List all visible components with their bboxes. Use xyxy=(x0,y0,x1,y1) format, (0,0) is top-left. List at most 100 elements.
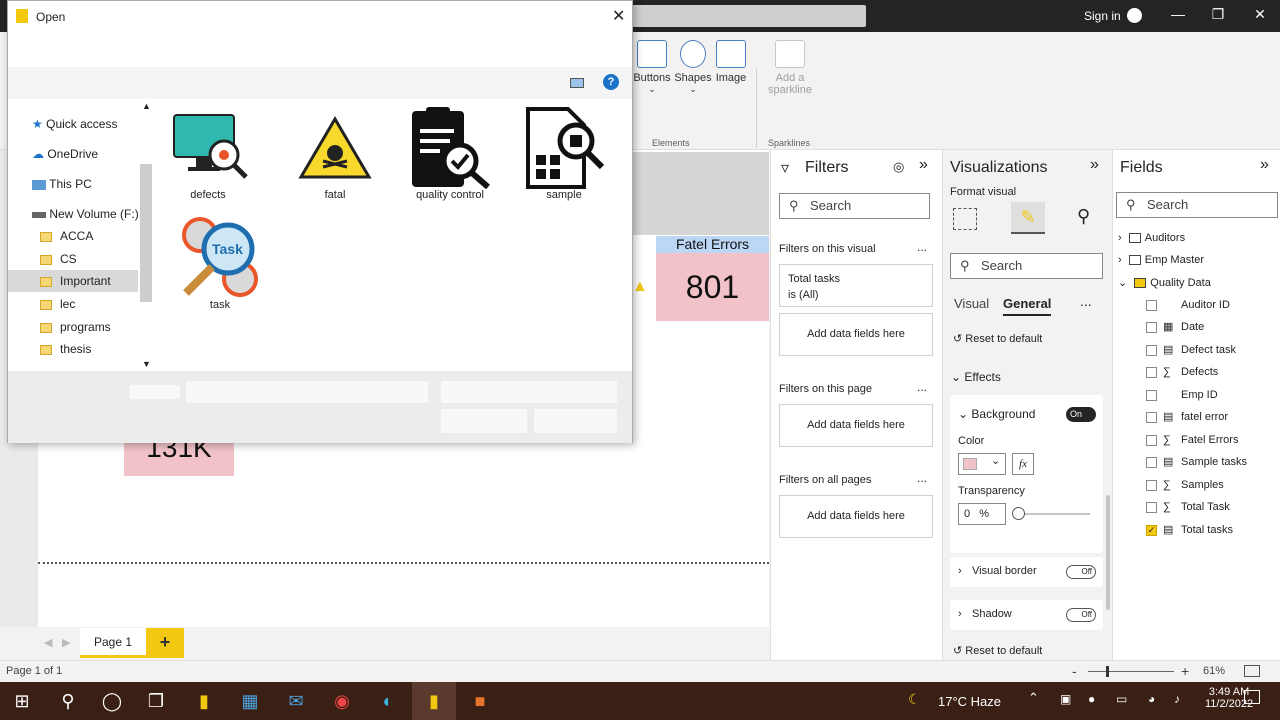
filename-input[interactable] xyxy=(186,381,428,403)
grey-visual[interactable] xyxy=(632,152,769,235)
chrome-icon[interactable]: ◉ xyxy=(320,682,364,720)
nav-folder[interactable]: lec xyxy=(40,293,75,315)
cortana-icon[interactable]: ◯ xyxy=(90,682,134,720)
transparency-slider[interactable] xyxy=(1016,513,1090,515)
field-item[interactable]: ▦ Date xyxy=(1146,317,1204,337)
total-tasks-filter-card[interactable]: Total tasks is (All) xyxy=(779,264,933,307)
nav-folder[interactable]: ACCA xyxy=(40,225,93,247)
build-visual-icon[interactable] xyxy=(953,208,977,230)
file-quality-control[interactable]: quality control xyxy=(408,105,505,201)
transparency-input[interactable]: 0 % xyxy=(958,503,1006,525)
field-checkbox[interactable] xyxy=(1146,411,1157,423)
filetype-select[interactable] xyxy=(441,381,617,403)
fx-button[interactable]: fx xyxy=(1012,453,1034,475)
field-item[interactable]: ∑ Defects xyxy=(1146,362,1218,382)
collapse-filters-icon[interactable]: » xyxy=(919,156,928,174)
field-checkbox[interactable] xyxy=(1146,366,1157,378)
dialog-close-button[interactable]: ✕ xyxy=(612,6,625,26)
effects-section[interactable]: ⌄ Effects xyxy=(951,370,1001,384)
field-checkbox[interactable] xyxy=(1146,479,1157,491)
reset-default-link[interactable]: ↺ Reset to default xyxy=(953,332,1042,345)
buttons-button[interactable]: Buttons ⌄ xyxy=(629,40,675,95)
microphone-icon[interactable]: ● xyxy=(1088,692,1095,706)
zoom-slider[interactable] xyxy=(1088,671,1174,672)
next-page-icon[interactable]: ▶ xyxy=(62,636,70,649)
recorder-icon[interactable]: ■ xyxy=(458,682,502,720)
file-task[interactable]: Task task xyxy=(178,215,275,311)
file-sample[interactable]: sample xyxy=(522,105,619,201)
file-defects[interactable]: defects xyxy=(166,105,263,201)
windows-start-icon[interactable]: ⊞ xyxy=(0,682,44,720)
file-fatal[interactable]: fatal xyxy=(293,105,390,201)
field-item[interactable]: Emp ID xyxy=(1146,385,1218,405)
card-value[interactable]: 801 xyxy=(656,253,769,321)
cancel-button[interactable] xyxy=(534,409,617,433)
analytics-icon[interactable]: ⚲ xyxy=(1077,206,1090,227)
weather-icon[interactable]: ☾ xyxy=(908,691,921,708)
tab-general[interactable]: General xyxy=(1003,296,1052,316)
notification-icon[interactable] xyxy=(1244,690,1260,704)
image-button[interactable]: Image xyxy=(708,40,754,84)
nav-folder[interactable]: thesis xyxy=(40,338,91,360)
viz-scrollbar[interactable] xyxy=(1106,495,1110,610)
nav-folder[interactable]: programs xyxy=(40,316,111,338)
help-icon[interactable]: ? xyxy=(603,74,619,90)
zoom-slider-thumb[interactable] xyxy=(1106,666,1109,677)
field-checkbox-checked[interactable]: ✓ xyxy=(1146,524,1157,536)
task-view-icon[interactable]: ❐ xyxy=(134,682,178,720)
prev-page-icon[interactable]: ◀ xyxy=(44,636,52,649)
open-button[interactable] xyxy=(441,409,527,433)
scroll-up-icon[interactable]: ▲ xyxy=(142,101,151,111)
field-checkbox[interactable] xyxy=(1146,456,1157,468)
eye-icon[interactable]: ◎ xyxy=(893,159,904,175)
powerbi-taskbar-icon[interactable]: ▮ xyxy=(412,682,456,720)
field-item[interactable]: ∑ Samples xyxy=(1146,475,1224,495)
title-search-box[interactable] xyxy=(630,5,866,27)
reset-default-link-2[interactable]: ↺ Reset to default xyxy=(953,644,1042,657)
background-section[interactable]: ⌄ Background xyxy=(958,407,1035,421)
weather-text[interactable]: 17°C Haze xyxy=(938,694,1001,709)
nav-onedrive[interactable]: ☁ OneDrive xyxy=(32,143,98,165)
nav-new-volume[interactable]: New Volume (F:) xyxy=(32,203,139,225)
field-checkbox[interactable] xyxy=(1146,501,1157,513)
zoom-out-button[interactable]: - xyxy=(1072,663,1077,679)
nav-this-pc[interactable]: This PC xyxy=(32,173,92,195)
filters-page-more[interactable]: ... xyxy=(917,380,927,394)
nav-folder[interactable]: CS xyxy=(40,248,77,270)
add-page-fields-drop[interactable]: Add data fields here xyxy=(779,404,933,447)
shadow-section[interactable]: › Shadow Off xyxy=(950,600,1103,630)
avatar[interactable] xyxy=(1127,8,1142,23)
add-visual-fields-drop[interactable]: Add data fields here xyxy=(779,313,933,356)
viz-search-input[interactable]: ⚲ Search xyxy=(950,253,1103,279)
color-picker[interactable]: ⌄ xyxy=(958,453,1006,475)
zoom-in-button[interactable]: + xyxy=(1181,663,1189,679)
field-item[interactable]: ▤ fatel error xyxy=(1146,407,1228,427)
preview-pane-icon[interactable] xyxy=(570,78,584,88)
meet-now-icon[interactable]: ▣ xyxy=(1060,692,1071,706)
visual-border-toggle[interactable]: Off xyxy=(1066,565,1096,579)
field-checkbox[interactable] xyxy=(1146,321,1157,333)
field-checkbox[interactable] xyxy=(1146,344,1157,356)
field-checkbox[interactable] xyxy=(1146,434,1157,446)
nav-scrollbar[interactable] xyxy=(140,164,152,302)
tab-visual[interactable]: Visual xyxy=(954,296,989,311)
wifi-icon[interactable]: ◕ xyxy=(1148,692,1155,706)
mail-icon[interactable]: ✉ xyxy=(274,682,318,720)
nav-quick-access[interactable]: ★ Quick access xyxy=(32,113,117,135)
background-toggle[interactable]: On xyxy=(1066,407,1096,422)
restore-icon[interactable]: ❐ xyxy=(1208,6,1228,23)
volume-icon[interactable]: ♪ xyxy=(1174,692,1180,706)
field-item[interactable]: ▤ Sample tasks xyxy=(1146,452,1247,472)
add-sparkline-button[interactable]: Add a sparkline xyxy=(764,40,816,96)
add-page-button[interactable]: + xyxy=(146,628,184,658)
close-window-icon[interactable]: ✕ xyxy=(1250,6,1270,23)
file-explorer-icon[interactable]: ▮ xyxy=(182,682,226,720)
edge-icon[interactable]: ◐ xyxy=(366,682,410,720)
field-checkbox[interactable] xyxy=(1146,389,1157,401)
shadow-toggle[interactable]: Off xyxy=(1066,608,1096,622)
fit-page-icon[interactable] xyxy=(1244,665,1260,677)
filters-all-more[interactable]: ... xyxy=(917,471,927,485)
filters-search-input[interactable]: ⚲ Search xyxy=(779,193,930,219)
transparency-slider-thumb[interactable] xyxy=(1012,507,1025,520)
scroll-down-icon[interactable]: ▼ xyxy=(142,359,151,369)
